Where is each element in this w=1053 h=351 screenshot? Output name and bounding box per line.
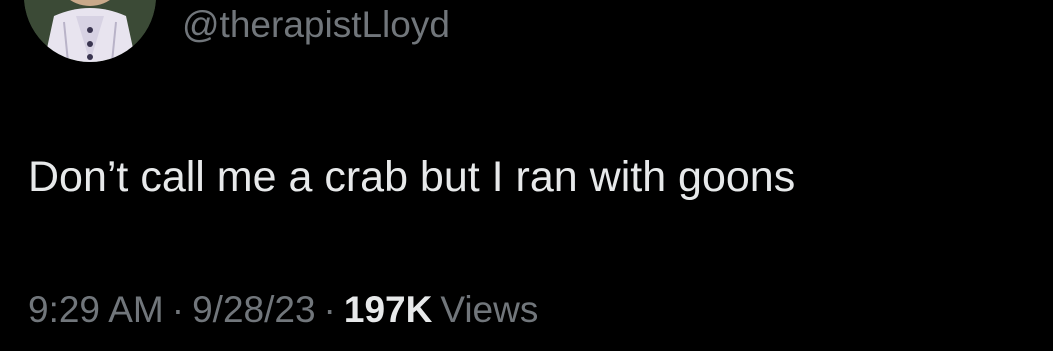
tweet-time[interactable]: 9:29 AM — [28, 289, 164, 330]
user-handle[interactable]: @therapistLloyd — [182, 0, 450, 50]
tweet-meta: 9:29 AM · 9/28/23 · 197K Views — [28, 286, 538, 334]
views-count[interactable]: 197K — [344, 289, 432, 330]
tweet-text: Don’t call me a crab but I ran with goon… — [28, 153, 796, 201]
tweet-date[interactable]: 9/28/23 — [192, 289, 315, 330]
avatar[interactable] — [24, 0, 156, 62]
meta-separator: · — [171, 289, 185, 330]
meta-separator: · — [323, 289, 336, 330]
views-label: Views — [440, 289, 539, 330]
avatar-image — [24, 0, 156, 62]
